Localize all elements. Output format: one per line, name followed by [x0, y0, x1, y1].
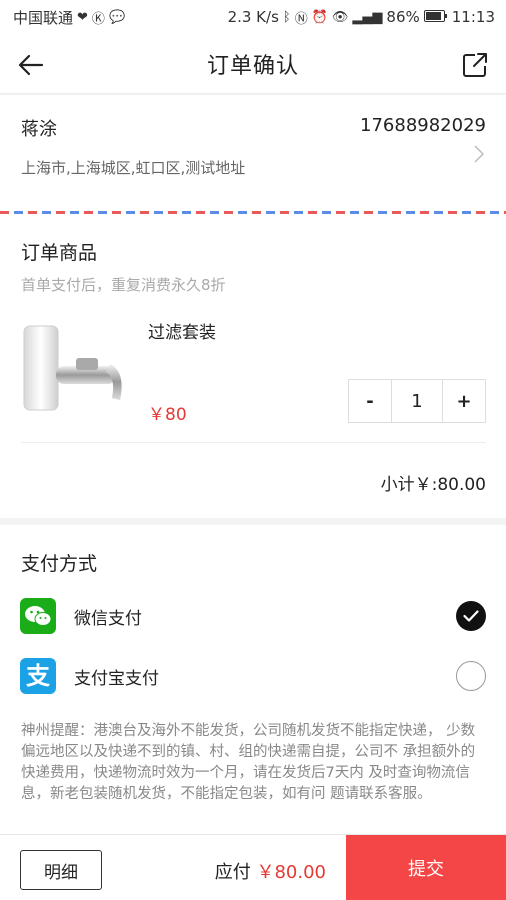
product-image[interactable]	[18, 320, 130, 420]
nfc-icon: Ⓝ	[294, 11, 308, 27]
k-app-icon: Ⓚ	[91, 11, 105, 27]
goods-section-title: 订单商品	[21, 242, 98, 264]
quantity-stepper: - 1 +	[348, 379, 486, 423]
radio-checked-icon[interactable]	[456, 601, 486, 631]
recipient-phone: 17688982029	[360, 115, 486, 136]
alarm-icon: ⏰	[311, 9, 328, 25]
shipping-notice: 神州提醒：港澳台及海外不能发货，公司随机发货不能指定快递， 少数偏远地区以及快递…	[21, 723, 476, 802]
carrier-label: 中国联通	[13, 8, 74, 27]
alipay-icon: 支	[20, 658, 56, 694]
detail-button[interactable]: 明细	[20, 850, 102, 890]
decrement-button[interactable]: -	[349, 380, 391, 422]
payment-section-title: 支付方式	[21, 553, 98, 575]
payment-label-wechat: 微信支付	[74, 608, 142, 629]
payment-option-wechat[interactable]: 微信支付	[0, 594, 506, 638]
increment-button[interactable]: +	[443, 380, 485, 422]
payable-label: 应付	[214, 862, 251, 883]
battery-icon	[423, 8, 448, 26]
payment-label-alipay: 支付宝支付	[74, 668, 159, 689]
arrow-left-icon	[18, 54, 44, 76]
wechat-icon	[20, 598, 56, 634]
signal-icon: ▂▄▆	[352, 9, 383, 25]
page-title: 订单确认	[206, 53, 299, 79]
promo-text: 首单支付后，重复消费永久8折	[21, 276, 226, 294]
share-button[interactable]	[458, 48, 492, 82]
chat-bubble-icon: 💬	[108, 9, 126, 25]
heart-icon: ❤	[77, 9, 88, 25]
nav-bar: 订单确认	[0, 34, 506, 94]
status-bar: 中国联通 ❤ Ⓚ 💬 2.3 K/s ᛒ Ⓝ ⏰ 👁 ▂▄▆ 86% 11:13	[0, 0, 506, 34]
radio-unchecked-icon[interactable]	[456, 661, 486, 691]
payable-total: 应付 ￥80.00	[215, 858, 326, 884]
eye-icon: 👁	[331, 9, 349, 25]
bluetooth-icon: ᛒ	[282, 9, 291, 25]
payment-option-alipay[interactable]: 支 支付宝支付	[0, 654, 506, 698]
quantity-value[interactable]: 1	[391, 380, 443, 422]
recipient-name: 蒋涂	[21, 119, 57, 140]
clock: 11:13	[451, 8, 495, 26]
battery-level: 86%	[386, 8, 420, 26]
order-goods-section: 订单商品 首单支付后，重复消费永久8折 过滤套装 ￥80 - 1 + 小计￥:8…	[0, 214, 506, 518]
subtotal: 小计￥:80.00	[380, 475, 486, 495]
address-line: 上海市,上海城区,虹口区,测试地址	[21, 159, 246, 177]
product-price: ￥80	[148, 405, 187, 425]
product-name: 过滤套装	[148, 323, 216, 343]
back-button[interactable]	[14, 48, 48, 82]
divider	[21, 442, 486, 443]
chevron-right-icon	[474, 145, 485, 167]
shipping-address[interactable]: 蒋涂 17688982029 上海市,上海城区,虹口区,测试地址	[0, 95, 506, 211]
submit-button[interactable]: 提交	[346, 835, 506, 900]
payable-amount: ￥80.00	[256, 862, 326, 883]
network-speed: 2.3 K/s	[227, 8, 279, 26]
share-icon	[463, 53, 487, 77]
bottom-bar: 明细 应付 ￥80.00 提交	[0, 834, 506, 900]
